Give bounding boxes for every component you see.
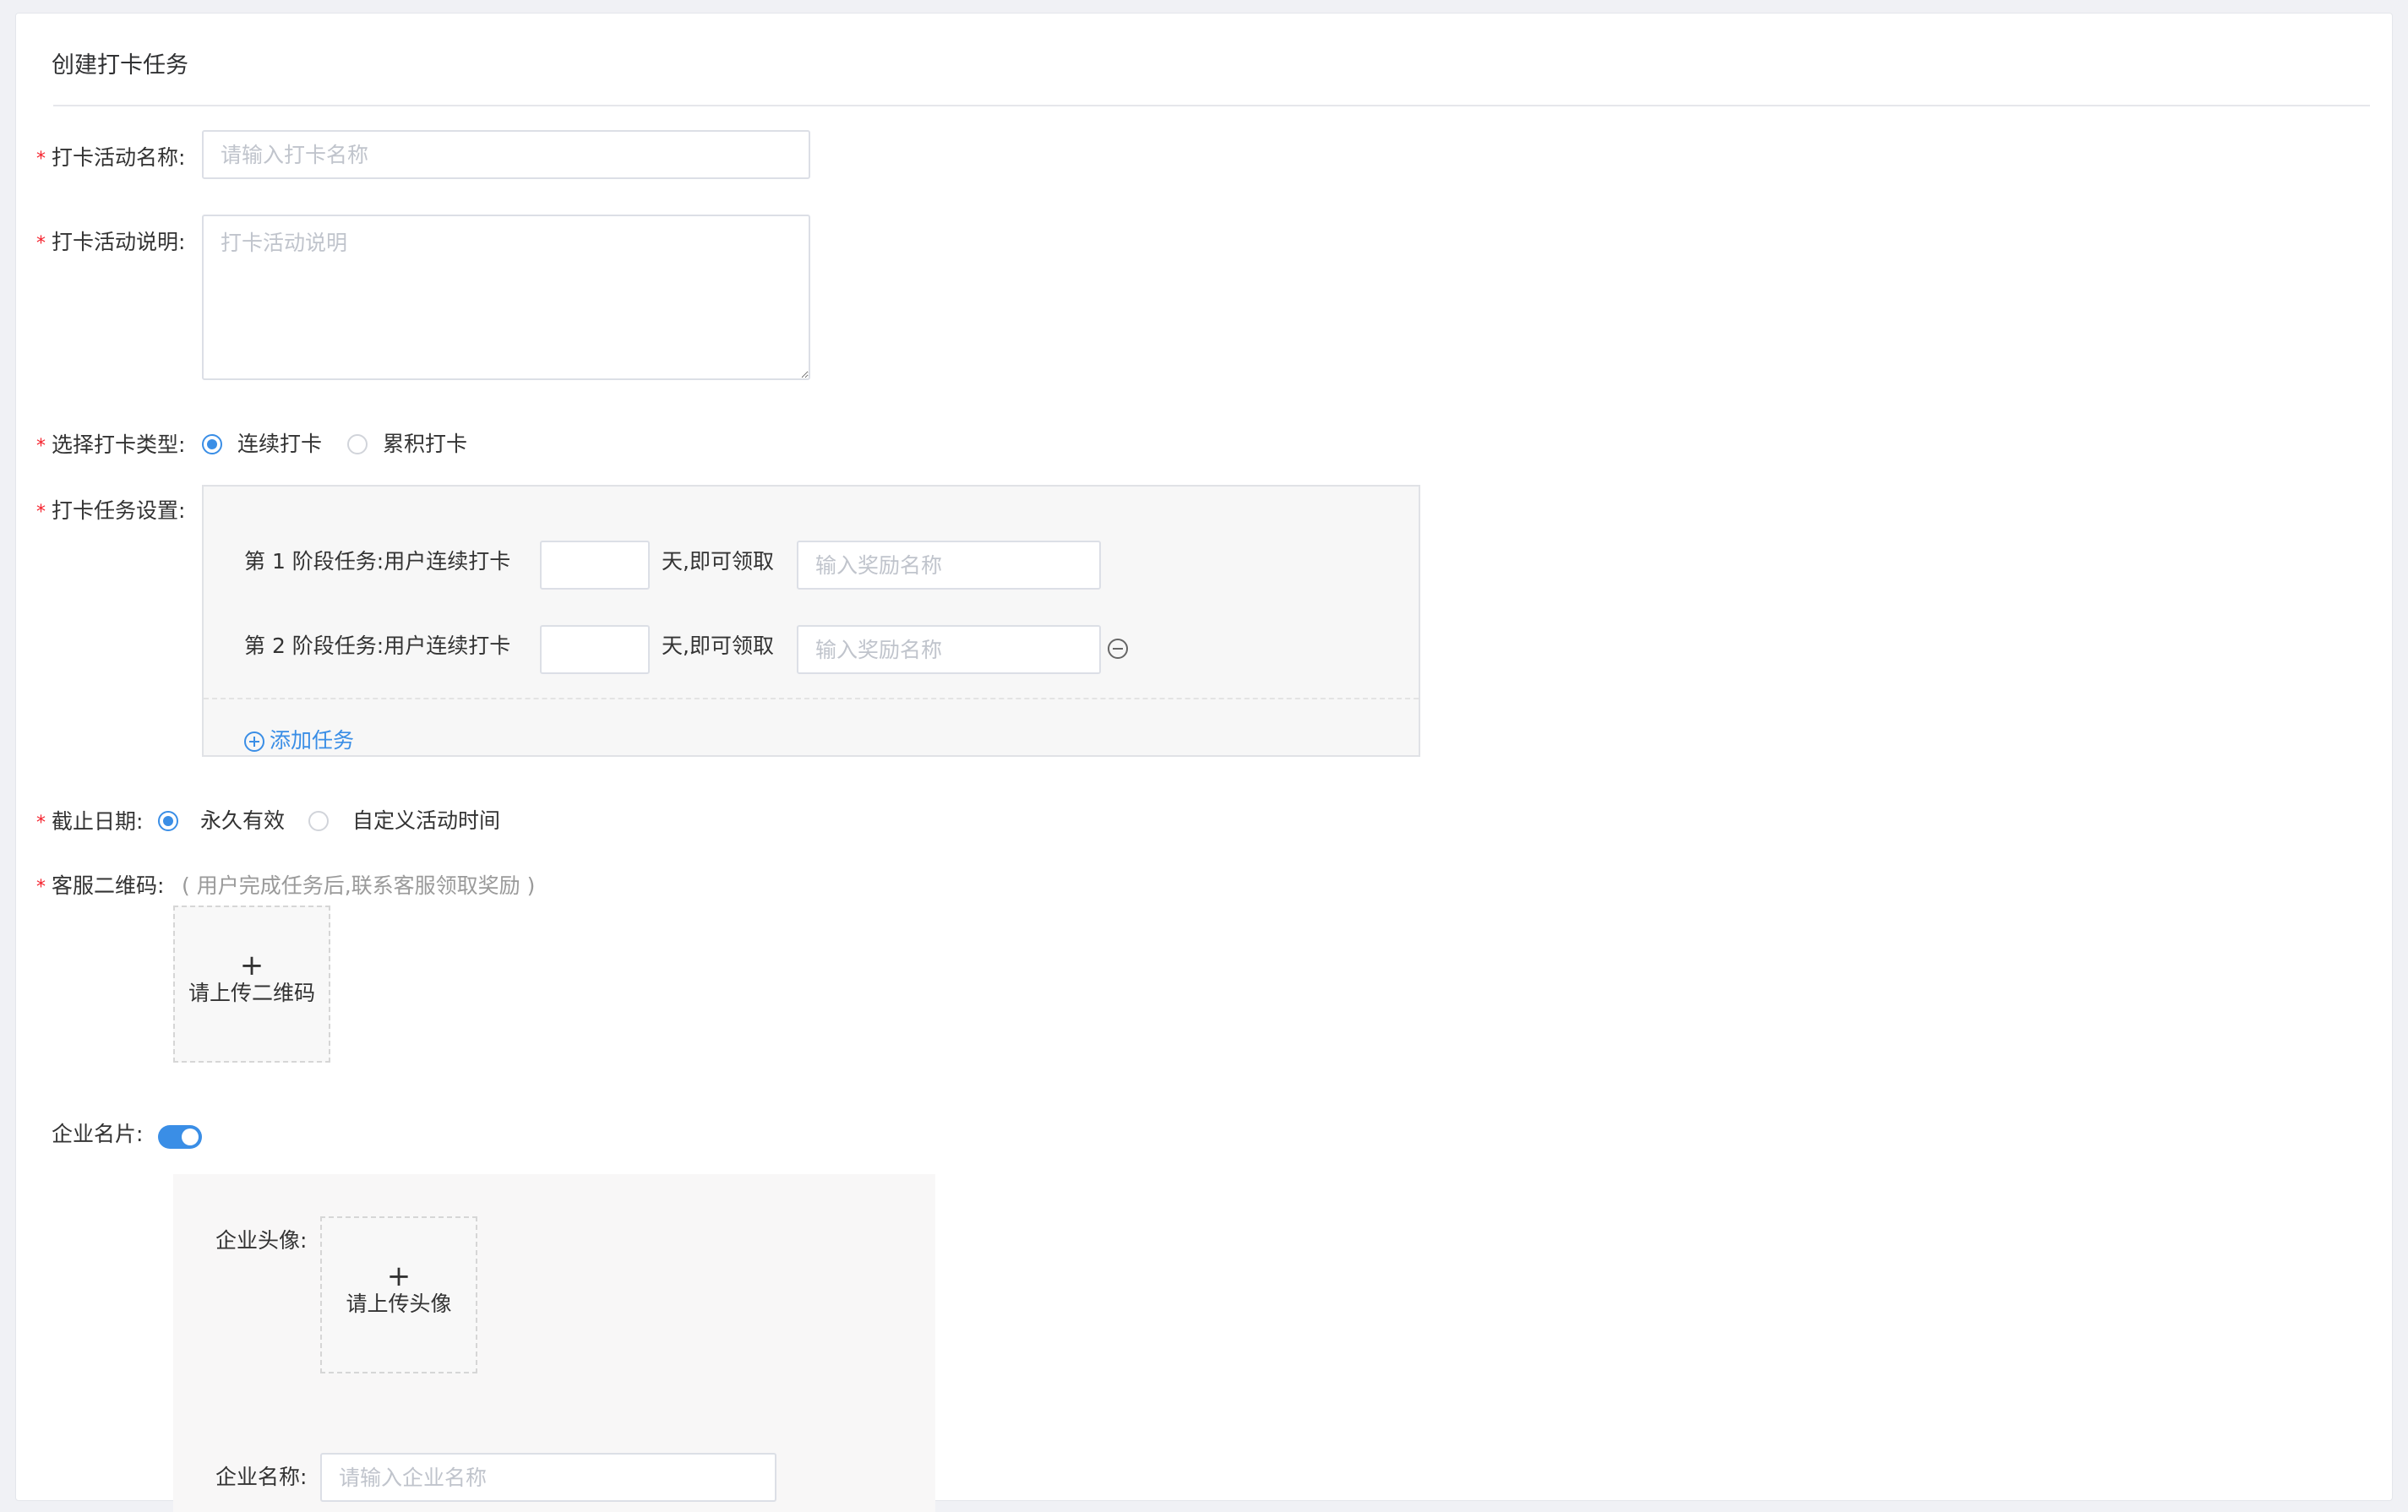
required-mark: * bbox=[36, 813, 46, 834]
radio-continuous-label[interactable]: 连续打卡 bbox=[237, 432, 322, 456]
task-1-suffix: 天,即可领取 bbox=[662, 549, 774, 574]
task-2-days-input[interactable] bbox=[540, 625, 650, 674]
task-settings-panel: 第 1 阶段任务:用户连续打卡 天,即可领取 第 2 阶段任务:用户连续打卡 天… bbox=[202, 485, 1420, 757]
radio-permanent-label[interactable]: 永久有效 bbox=[200, 809, 285, 833]
required-mark: * bbox=[36, 149, 46, 170]
title-divider bbox=[53, 105, 2370, 106]
task-2-reward-input[interactable] bbox=[797, 625, 1101, 674]
qrcode-label-text: 客服二维码: bbox=[52, 873, 165, 898]
radio-custom-time-label[interactable]: 自定义活动时间 bbox=[352, 809, 500, 833]
radio-custom-time[interactable] bbox=[308, 811, 329, 831]
company-card-panel: 企业头像: + 请上传头像 企业名称: bbox=[173, 1174, 935, 1512]
deadline-label-text: 截止日期: bbox=[52, 809, 144, 834]
required-mark: * bbox=[36, 502, 46, 523]
activity-desc-textarea[interactable] bbox=[202, 215, 810, 380]
company-name-label: 企业名称: bbox=[215, 1465, 308, 1489]
qrcode-label: * 客服二维码: bbox=[36, 873, 165, 899]
checkin-type-label-text: 选择打卡类型: bbox=[52, 432, 186, 457]
required-mark: * bbox=[36, 233, 46, 254]
required-mark: * bbox=[36, 877, 46, 898]
task-1-days-input[interactable] bbox=[540, 541, 650, 590]
plus-icon: + bbox=[239, 949, 264, 982]
create-checkin-task-page: 创建打卡任务 * 打卡活动名称: * 打卡活动说明: * 选择打卡类型: 连续打… bbox=[15, 13, 2393, 1512]
company-card-toggle[interactable] bbox=[158, 1125, 202, 1149]
task-2-suffix: 天,即可领取 bbox=[662, 634, 774, 658]
activity-name-input[interactable] bbox=[202, 130, 810, 179]
company-avatar-upload[interactable]: + 请上传头像 bbox=[320, 1216, 477, 1373]
page-title: 创建打卡任务 bbox=[52, 52, 188, 79]
activity-name-label-text: 打卡活动名称: bbox=[52, 145, 186, 170]
radio-continuous[interactable] bbox=[202, 434, 222, 454]
task-1-reward-input[interactable] bbox=[797, 541, 1101, 590]
checkin-type-label: * 选择打卡类型: bbox=[36, 432, 186, 458]
required-mark: * bbox=[36, 436, 46, 457]
task-settings-label-text: 打卡任务设置: bbox=[52, 498, 186, 523]
company-avatar-upload-label: 请上传头像 bbox=[346, 1292, 452, 1316]
company-card-label: 企业名片: bbox=[52, 1122, 144, 1146]
task-1-prefix: 第 1 阶段任务:用户连续打卡 bbox=[244, 549, 511, 574]
plus-icon: + bbox=[386, 1259, 411, 1293]
radio-cumulative-label[interactable]: 累积打卡 bbox=[383, 432, 467, 456]
radio-permanent[interactable] bbox=[158, 811, 178, 831]
qrcode-upload[interactable]: + 请上传二维码 bbox=[173, 906, 330, 1063]
activity-desc-label-text: 打卡活动说明: bbox=[52, 230, 186, 254]
remove-circle-icon[interactable] bbox=[1106, 637, 1130, 661]
task-settings-label: * 打卡任务设置: bbox=[36, 498, 186, 524]
task-2-prefix: 第 2 阶段任务:用户连续打卡 bbox=[244, 634, 511, 658]
qrcode-upload-label: 请上传二维码 bbox=[188, 981, 315, 1005]
qrcode-hint: ( 用户完成任务后,联系客服领取奖励 ) bbox=[182, 873, 536, 898]
deadline-label: * 截止日期: bbox=[36, 809, 144, 835]
task-panel-divider bbox=[204, 698, 1419, 699]
company-avatar-label: 企业头像: bbox=[215, 1228, 308, 1253]
company-name-input[interactable] bbox=[320, 1453, 776, 1502]
add-circle-icon bbox=[244, 732, 264, 752]
radio-cumulative[interactable] bbox=[347, 434, 368, 454]
activity-desc-label: * 打卡活动说明: bbox=[36, 230, 186, 255]
activity-name-label: * 打卡活动名称: bbox=[36, 145, 186, 171]
add-task-label[interactable]: 添加任务 bbox=[270, 728, 354, 753]
